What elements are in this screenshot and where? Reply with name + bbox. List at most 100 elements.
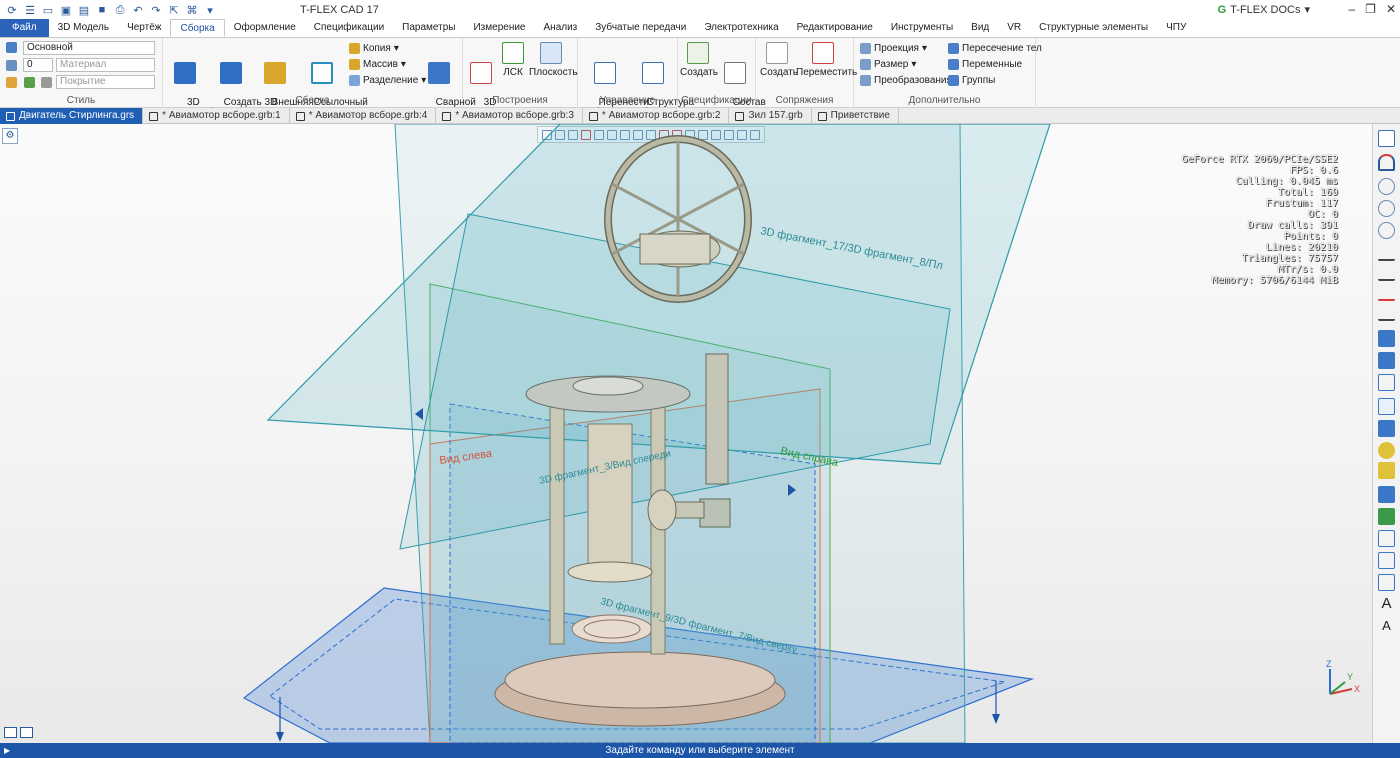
document-tab[interactable]: Зил 157.grb <box>729 108 812 124</box>
new-file-icon[interactable]: ▭ <box>40 4 56 17</box>
coating-color-swatch[interactable] <box>41 77 52 88</box>
customize-icon[interactable]: ▾ <box>202 4 218 17</box>
ribbon-tab[interactable]: Файл <box>0 19 49 37</box>
document-tab[interactable]: * Авиамотор всборе.grb:2 <box>583 108 730 124</box>
ribbon-tab[interactable]: Редактирование <box>788 19 882 37</box>
document-tab[interactable]: * Авиамотор всборе.grb:3 <box>436 108 583 124</box>
plane-icon <box>540 42 562 64</box>
new-3d-icon[interactable]: ▣ <box>58 4 74 17</box>
layer-icon[interactable] <box>6 60 17 71</box>
zoom-icon[interactable] <box>1378 178 1395 195</box>
array-button[interactable]: Массив ▾ <box>349 59 406 70</box>
docs-menu[interactable]: G T-FLEX DOCs ▾ <box>1218 3 1310 17</box>
fragment-icon <box>174 62 196 84</box>
document-icon <box>817 111 827 121</box>
text-icon[interactable]: A <box>1378 596 1395 613</box>
document-tab-label: * Авиамотор всборе.grb:3 <box>455 110 574 121</box>
ribbon-tab[interactable]: Анализ <box>535 19 587 37</box>
projection-icon <box>860 43 871 54</box>
projection-button[interactable]: Проекция ▾ <box>860 43 927 54</box>
document-tab[interactable]: Приветствие <box>812 108 899 124</box>
mate-create-label: Создать <box>760 67 799 78</box>
wireframe-icon[interactable] <box>1378 420 1395 437</box>
panel-icon[interactable] <box>1378 130 1395 147</box>
zoom-window-icon[interactable] <box>1378 200 1395 217</box>
print-icon[interactable]: ⎙ <box>112 4 128 17</box>
mate-move-label: Переместить <box>796 67 858 78</box>
ribbon-tab[interactable]: Вид <box>962 19 998 37</box>
render-icon[interactable] <box>1378 574 1395 591</box>
spec-create-button[interactable]: Создать <box>680 42 718 78</box>
ribbon-tab[interactable]: Инструменты <box>882 19 962 37</box>
rotate-icon[interactable] <box>1378 374 1395 391</box>
groups-button[interactable]: Группы <box>948 75 995 86</box>
transformations-button[interactable]: Преобразования <box>860 75 952 86</box>
ribbon-tab[interactable]: Оформление <box>225 19 305 37</box>
export-view-icon[interactable] <box>1378 530 1395 547</box>
ribbon-tab[interactable]: Спецификации <box>305 19 393 37</box>
copy-button[interactable]: Копия ▾ <box>349 43 399 54</box>
plane-button[interactable]: Плоскость <box>529 42 578 78</box>
color-icon[interactable] <box>6 77 17 88</box>
explode-icon[interactable] <box>1378 486 1395 503</box>
glasses-icon[interactable] <box>1378 244 1395 261</box>
ribbon-tab[interactable]: Параметры <box>393 19 464 37</box>
ribbon-tab[interactable]: Зубчатые передачи <box>586 19 695 37</box>
document-tab[interactable]: * Авиамотор всборе.grb:4 <box>290 108 437 124</box>
transformations-label: Преобразования <box>874 75 952 86</box>
single-view-icon[interactable] <box>4 727 17 738</box>
save-icon[interactable]: ■ <box>94 4 110 16</box>
check-cube-2-icon[interactable] <box>1378 352 1395 369</box>
menu-icon[interactable]: ☰ <box>22 4 38 17</box>
undo-icon[interactable]: ↶ <box>130 4 146 17</box>
shading-icon[interactable] <box>1378 442 1395 459</box>
docs-label: T-FLEX DOCs <box>1230 3 1301 16</box>
ribbon-tab[interactable]: Электротехника <box>695 19 787 37</box>
zoom-all-icon[interactable] <box>1378 222 1395 239</box>
ribbon-tab[interactable]: Измерение <box>464 19 534 37</box>
variables-button[interactable]: Переменные <box>948 59 1022 70</box>
document-tab-label: * Авиамотор всборе.grb:4 <box>308 110 428 121</box>
ribbon-tab[interactable]: VR <box>998 19 1030 37</box>
3d-viewport[interactable]: ⚙ 3D фрагмент_17/3D фрагмент_8/Пл Вид сл… <box>0 124 1372 743</box>
ribbon-tab[interactable]: 3D Модель <box>49 19 118 37</box>
check-cube-icon[interactable] <box>1378 330 1395 347</box>
split-button[interactable]: Разделение ▾ <box>349 75 426 86</box>
redo-icon[interactable]: ↷ <box>148 4 164 17</box>
glasses-2-icon[interactable] <box>1378 264 1395 281</box>
mate-move-button[interactable]: Переместить <box>796 42 857 78</box>
magnet-icon[interactable] <box>1378 154 1395 171</box>
document-tab[interactable]: Двигатель Стирлинга.grs <box>0 108 144 124</box>
section-icon[interactable] <box>1378 398 1395 415</box>
document-tab[interactable]: * Авиамотор всборе.grb:1 <box>143 108 290 124</box>
ribbon-tab[interactable]: Структурные элементы <box>1030 19 1157 37</box>
layer-select[interactable]: 0 <box>23 58 53 72</box>
ribbon-tab[interactable]: ЧПУ <box>1157 19 1195 37</box>
dimension-button[interactable]: Размер ▾ <box>860 59 916 70</box>
clip-icon[interactable] <box>1378 552 1395 569</box>
restore-icon[interactable]: ❐ <box>1365 2 1376 16</box>
glasses-4-icon[interactable] <box>1378 304 1395 321</box>
body-intersection-button[interactable]: Пересечение тел <box>948 43 1042 54</box>
split-view-icon[interactable] <box>20 727 33 738</box>
lsk-button[interactable]: ЛСК <box>499 42 527 78</box>
texture-icon[interactable] <box>24 77 35 88</box>
glasses-3-icon[interactable] <box>1378 284 1395 301</box>
ribbon-tab[interactable]: Чертёж <box>118 19 170 37</box>
style-icon[interactable] <box>6 42 17 53</box>
app-logo-icon[interactable]: ⟳ <box>4 4 20 17</box>
open-folder-icon[interactable]: ▤ <box>76 4 92 17</box>
text-small-icon[interactable]: A <box>1378 618 1395 635</box>
coating-select[interactable]: Покрытие <box>56 75 155 89</box>
document-icon <box>295 111 305 121</box>
export-icon[interactable]: ⇱ <box>166 4 182 17</box>
style-select[interactable]: Основной <box>23 41 155 55</box>
material-select[interactable]: Материал <box>56 58 155 72</box>
command-icon[interactable]: ⌘ <box>184 4 200 17</box>
mate-create-button[interactable]: Создать <box>760 42 798 78</box>
ribbon-tab[interactable]: Сборка <box>170 19 225 37</box>
minimize-icon[interactable]: – <box>1348 2 1355 16</box>
material-icon[interactable] <box>1378 462 1395 479</box>
green-body-icon[interactable] <box>1378 508 1395 525</box>
close-icon[interactable]: ✕ <box>1386 2 1396 16</box>
